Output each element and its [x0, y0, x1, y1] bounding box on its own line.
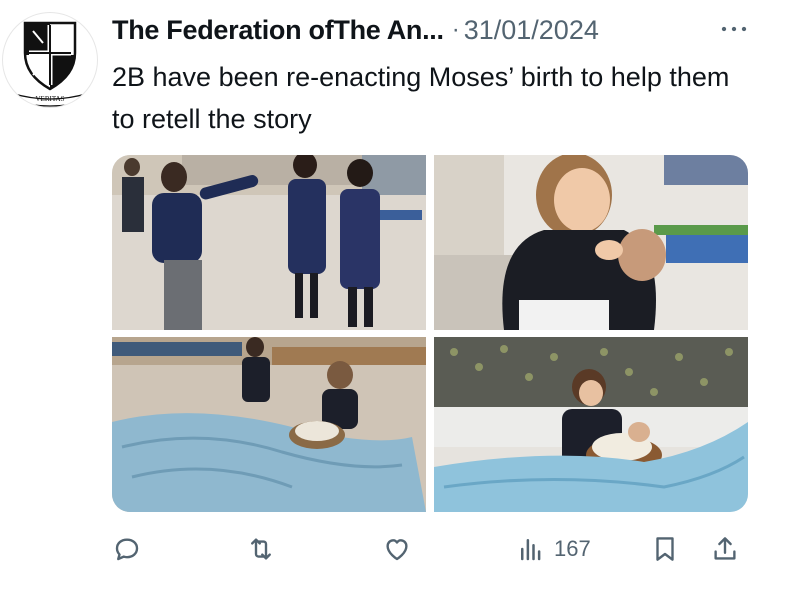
- separator-dot: ·: [451, 16, 460, 43]
- avatar-motto: VERITAS: [36, 95, 65, 103]
- views-count: 167: [554, 536, 591, 561]
- photo-children-with-blue-cloth[interactable]: [112, 337, 426, 512]
- school-crest-icon: [23, 21, 77, 91]
- retweet-button[interactable]: [246, 528, 276, 570]
- tweet-actions: 167: [108, 528, 758, 570]
- retweet-icon: [251, 538, 271, 560]
- tweet-header: The Federation ofThe An... · 31/01/2024: [112, 10, 752, 50]
- like-icon: [386, 539, 408, 561]
- bookmark-icon: [656, 537, 674, 561]
- media-grid: [112, 155, 748, 512]
- like-button[interactable]: [382, 528, 412, 570]
- photo-basket-on-blue-river-cloth[interactable]: [434, 337, 748, 512]
- tweet-text: 2B have been re-enacting Moses’ birth to…: [112, 62, 730, 134]
- bookmark-button[interactable]: [650, 528, 680, 570]
- reply-button[interactable]: [112, 528, 142, 570]
- more-options-button[interactable]: [716, 14, 752, 44]
- photo-children-pointing[interactable]: [112, 155, 426, 330]
- share-icon: [714, 537, 736, 560]
- reply-icon: [115, 538, 139, 561]
- views-icon: [521, 539, 541, 561]
- views-button[interactable]: 167: [516, 528, 591, 570]
- photo-girl-holding-baby-doll[interactable]: [434, 155, 748, 330]
- more-icon: [721, 26, 747, 32]
- share-button[interactable]: [710, 528, 740, 570]
- author-avatar[interactable]: VERITAS: [2, 12, 98, 108]
- tweet-date[interactable]: 31/01/2024: [464, 15, 599, 46]
- author-name[interactable]: The Federation ofThe An...: [112, 15, 444, 46]
